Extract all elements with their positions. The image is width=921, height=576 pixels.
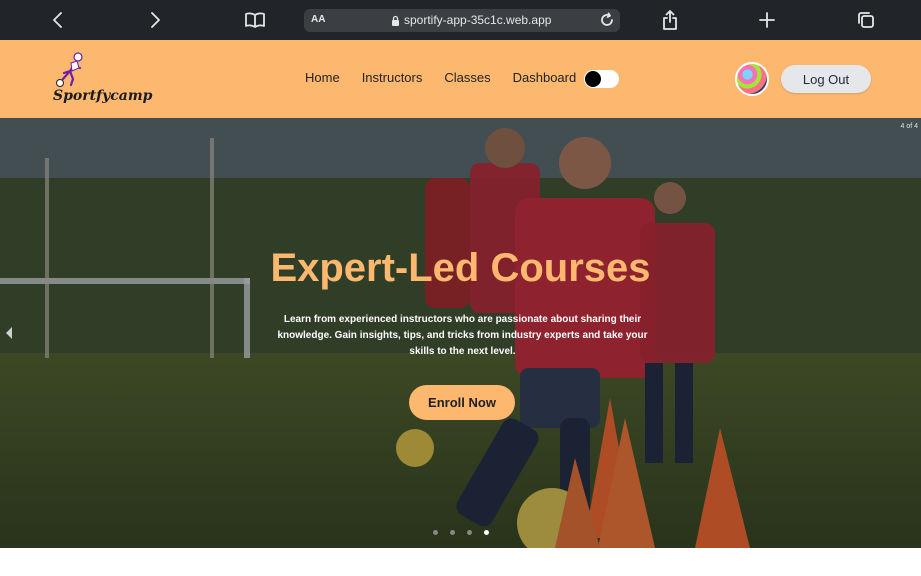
nav-link-instructors[interactable]: Instructors (362, 70, 423, 85)
hero-title: Expert-Led Courses (270, 246, 651, 290)
brand-name[interactable]: Sportfycamp (53, 88, 152, 104)
url-text: sportify-app-35c1c.web.app (404, 13, 552, 27)
main-nav: Home Instructors Classes Dashboard (305, 70, 598, 85)
tabs-overview-icon[interactable] (854, 8, 878, 32)
carousel-prev-arrow-icon[interactable] (6, 327, 12, 339)
reader-book-icon[interactable] (243, 8, 267, 32)
back-icon[interactable] (46, 8, 70, 32)
toggle-knob (585, 71, 601, 87)
forward-icon[interactable] (143, 8, 167, 32)
carousel-dots (433, 530, 501, 535)
nav-link-classes[interactable]: Classes (444, 70, 490, 85)
browser-toolbar: AA sportify-app-35c1c.web.app (0, 0, 921, 40)
logout-button[interactable]: Log Out (781, 65, 871, 93)
theme-toggle[interactable] (584, 70, 619, 88)
carousel-dot-3[interactable] (467, 530, 472, 535)
enroll-now-button[interactable]: Enroll Now (409, 385, 515, 420)
logo-soccer-player-icon[interactable] (54, 52, 88, 88)
nav-link-dashboard[interactable]: Dashboard (513, 70, 577, 85)
text-size-button[interactable]: AA (311, 14, 325, 25)
new-tab-icon[interactable] (755, 8, 779, 32)
carousel-dot-4[interactable] (484, 530, 489, 535)
slide-counter: 4 of 4 (900, 123, 918, 130)
hero-carousel: 4 of 4 Expert-Led Courses Learn from exp… (0, 118, 921, 548)
carousel-dot-2[interactable] (450, 530, 455, 535)
page-content-below (0, 548, 921, 576)
user-avatar[interactable] (735, 62, 769, 96)
reload-icon[interactable] (599, 12, 615, 33)
hero-description: Learn from experienced instructors who a… (277, 314, 648, 357)
nav-link-home[interactable]: Home (305, 70, 340, 85)
carousel-dot-1[interactable] (433, 530, 438, 535)
lock-icon (391, 14, 400, 32)
share-icon[interactable] (658, 8, 682, 32)
address-bar[interactable]: AA sportify-app-35c1c.web.app (304, 9, 620, 32)
